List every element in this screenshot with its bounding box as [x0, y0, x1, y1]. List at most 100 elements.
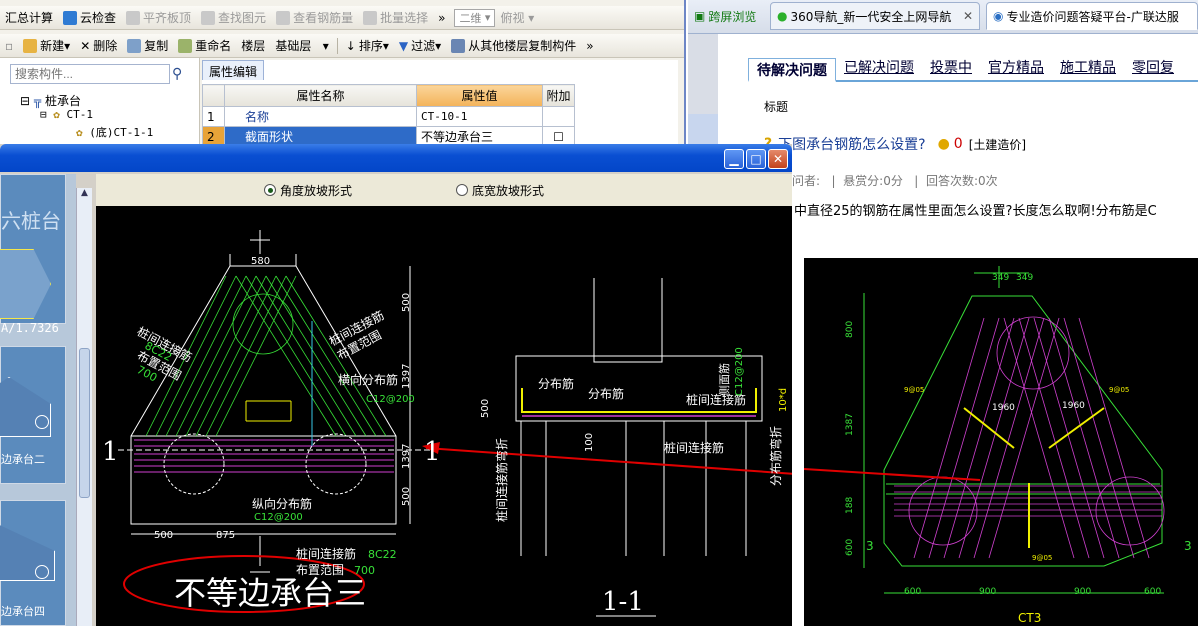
gear-icon: ✿ — [76, 126, 83, 139]
filter-button[interactable]: ▼ 过滤 ▾ — [394, 36, 446, 56]
property-table: 属性名称 属性值 附加 1 名称 CT-10-1 2 截面形状 不等边承台三 ☐ — [202, 84, 575, 147]
summary-calc-button[interactable]: 汇总计算 — [0, 8, 58, 28]
view-mode-dropdown[interactable]: 二维 ▾ — [454, 8, 496, 27]
new-button[interactable]: 新建 ▾ — [18, 36, 75, 56]
radio-bottom-width[interactable]: 底宽放坡形式 — [456, 182, 544, 199]
tab-voting[interactable]: 投票中 — [922, 56, 980, 80]
minimize-button[interactable]: ▁ — [724, 149, 744, 169]
main-toolbar: 汇总计算 云检查 平齐板顶 查找图元 查看钢筋量 批量选择 » 二维 ▾ 俯视 … — [0, 6, 684, 30]
scroll-thumb[interactable] — [79, 348, 90, 498]
question-link[interactable]: 下图承台钢筋怎么设置? — [778, 134, 925, 154]
cad2-section: 3 — [1184, 539, 1192, 553]
search-icon[interactable]: ⚲ — [172, 66, 190, 84]
cad2-tag: 9@05 — [904, 386, 924, 394]
title-label: 标题 — [764, 100, 789, 114]
gld-app-window: 汇总计算 云检查 平齐板顶 查找图元 查看钢筋量 批量选择 » 二维 ▾ 俯视 … — [0, 0, 686, 150]
find-element-button[interactable]: 查找图元 — [196, 8, 271, 28]
view-angle-dropdown[interactable]: 俯视 ▾ — [495, 8, 539, 28]
align-icon — [126, 10, 141, 25]
floor-label: 楼层 — [241, 39, 266, 53]
pile-circle — [35, 565, 49, 579]
dialog-titlebar — [0, 144, 792, 172]
copy-from-floor-button[interactable]: 从其他楼层复制构件 — [446, 36, 581, 56]
thumb-unequal-cap-2[interactable]: 边承台二 — [0, 346, 66, 484]
cad-section-label: 侧面筋 — [717, 363, 731, 396]
tab-zero-reply[interactable]: 零回复 — [1124, 56, 1182, 80]
table-row[interactable]: 1 名称 CT-10-1 — [202, 106, 575, 127]
maximize-button[interactable]: □ — [746, 149, 766, 169]
tab-construction[interactable]: 施工精品 — [1052, 56, 1124, 80]
overflow2-chevron-icon[interactable]: » — [581, 36, 598, 56]
cad2-section: 3 — [866, 539, 874, 553]
cad-label: 横向分布筋 — [338, 372, 398, 387]
tab-property-edit[interactable]: 属性编辑 — [202, 60, 265, 80]
batch-select-button[interactable]: 批量选择 — [358, 8, 433, 28]
cad2-dim: 900 — [1074, 587, 1091, 597]
cad-section-label: 桩间连接筋弯折 — [494, 438, 509, 522]
radio-angle[interactable]: 角度放坡形式 — [264, 182, 352, 199]
thumb-six-pile[interactable]: 六桩台 A/1.7326 — [0, 174, 66, 335]
cad-dim: 500 — [401, 487, 412, 506]
cad2-dim: 188 — [845, 497, 855, 514]
thumb-label: 六桩台 — [1, 209, 61, 233]
align-top-button[interactable]: 平齐板顶 — [121, 8, 196, 28]
thumb-unequal-cap-4[interactable]: 边承台四 — [0, 500, 66, 626]
component-search-input[interactable] — [10, 64, 170, 84]
thumb-label: A/1.7326 — [1, 321, 59, 335]
cad2-tag: 9@05 — [1032, 554, 1052, 562]
close-icon[interactable]: ✕ — [963, 9, 973, 23]
sort-button[interactable]: ↓ 排序 ▾ — [341, 36, 394, 56]
tree-node-root[interactable]: ⊟ ╦ 桩承台 — [20, 92, 81, 109]
cad2-dim: 800 — [845, 321, 855, 338]
gear-icon: ✿ — [53, 108, 60, 121]
cad2-dim: 600 — [1144, 587, 1161, 597]
coin-icon: ● — [937, 136, 950, 152]
new-icon — [23, 38, 38, 53]
cloud-check-button[interactable]: 云检查 — [58, 8, 121, 28]
section-mark-left: 1 — [102, 437, 119, 467]
view-rebar-button[interactable]: 查看钢筋量 — [271, 8, 358, 28]
slope-type-radios: 角度放坡形式 底宽放坡形式 — [96, 174, 792, 206]
scroll-up-icon[interactable]: ▲ — [77, 188, 92, 204]
tab-split-view[interactable]: ▣ 跨屏浏览 — [688, 2, 762, 30]
tab-gld-answer[interactable]: ◉ 专业造价问题答疑平台-广联达服 — [986, 2, 1198, 30]
cad-drawing-canvas[interactable]: 580 500 1397 1397 500 500 875 桩间连接筋 8C22… — [96, 206, 792, 626]
close-button[interactable]: ✕ — [768, 149, 788, 169]
grip-icon: ▫ — [5, 38, 14, 53]
tree-node-ct1-1[interactable]: ✿ (底)CT-1-1 — [76, 124, 153, 140]
tab-solved[interactable]: 已解决问题 — [836, 56, 922, 80]
cloud-check-icon — [63, 10, 78, 25]
prop-extra — [542, 106, 575, 127]
question-meta: 问者: | 悬赏分:0分 | 回答次数:0次 — [792, 174, 998, 188]
tab-unsolved[interactable]: 待解决问题 — [748, 58, 836, 82]
cad-dim: 1397 — [401, 444, 412, 469]
overflow-chevron-icon[interactable]: » — [433, 8, 450, 28]
copy-floor-icon — [451, 38, 466, 53]
copy-button[interactable]: 复制 — [122, 36, 173, 56]
prop-name: 名称 — [224, 106, 417, 127]
floor-select[interactable]: 基础层 ▾ — [270, 36, 333, 56]
cad-dim-top: 580 — [251, 256, 270, 267]
category-tag[interactable]: [土建造价] — [969, 136, 1026, 153]
cad2-dim: 349 — [1016, 273, 1033, 283]
thumb-scrollbar[interactable]: ▲ — [76, 188, 92, 626]
prop-value[interactable]: CT-10-1 — [416, 106, 543, 127]
select-icon — [363, 10, 378, 25]
delete-button[interactable]: ✕ 删除 — [75, 36, 122, 56]
tab-official[interactable]: 官方精品 — [980, 56, 1052, 80]
prop-value-header: 属性值 — [416, 84, 543, 107]
row-num: 1 — [202, 106, 225, 127]
section-mark-right: 1 — [424, 437, 441, 467]
cad2-dim: 600 — [904, 587, 921, 597]
radio-dot — [456, 184, 469, 196]
cad2-dim: 1960 — [1062, 401, 1085, 411]
binoculars-icon — [201, 10, 216, 25]
component-toolbar: ▫ 新建 ▾ ✕ 删除 复制 重命名 楼层 基础层 ▾ ↓ 排序 ▾ ▼ 过滤 ▾ 从其他楼… — [0, 34, 684, 58]
cad-section-label: 分布筋 — [538, 376, 574, 391]
shape-thumbnail-list: 六桩台 A/1.7326 边承台二 边承台四 — [0, 174, 76, 626]
rename-button[interactable]: 重命名 — [173, 36, 236, 56]
tree-node-ct1[interactable]: ⊟ ✿ CT-1 — [40, 108, 93, 121]
cad-dim: 1397 — [401, 364, 412, 389]
tab-360-nav[interactable]: ● 360导航_新一代安全上网导航 ✕ — [770, 2, 980, 30]
pile-cap-dialog: ▁ □ ✕ 六桩台 A/1.7326 边承台二 边承台四 ▲ 角度放坡形式 底宽… — [0, 144, 792, 626]
